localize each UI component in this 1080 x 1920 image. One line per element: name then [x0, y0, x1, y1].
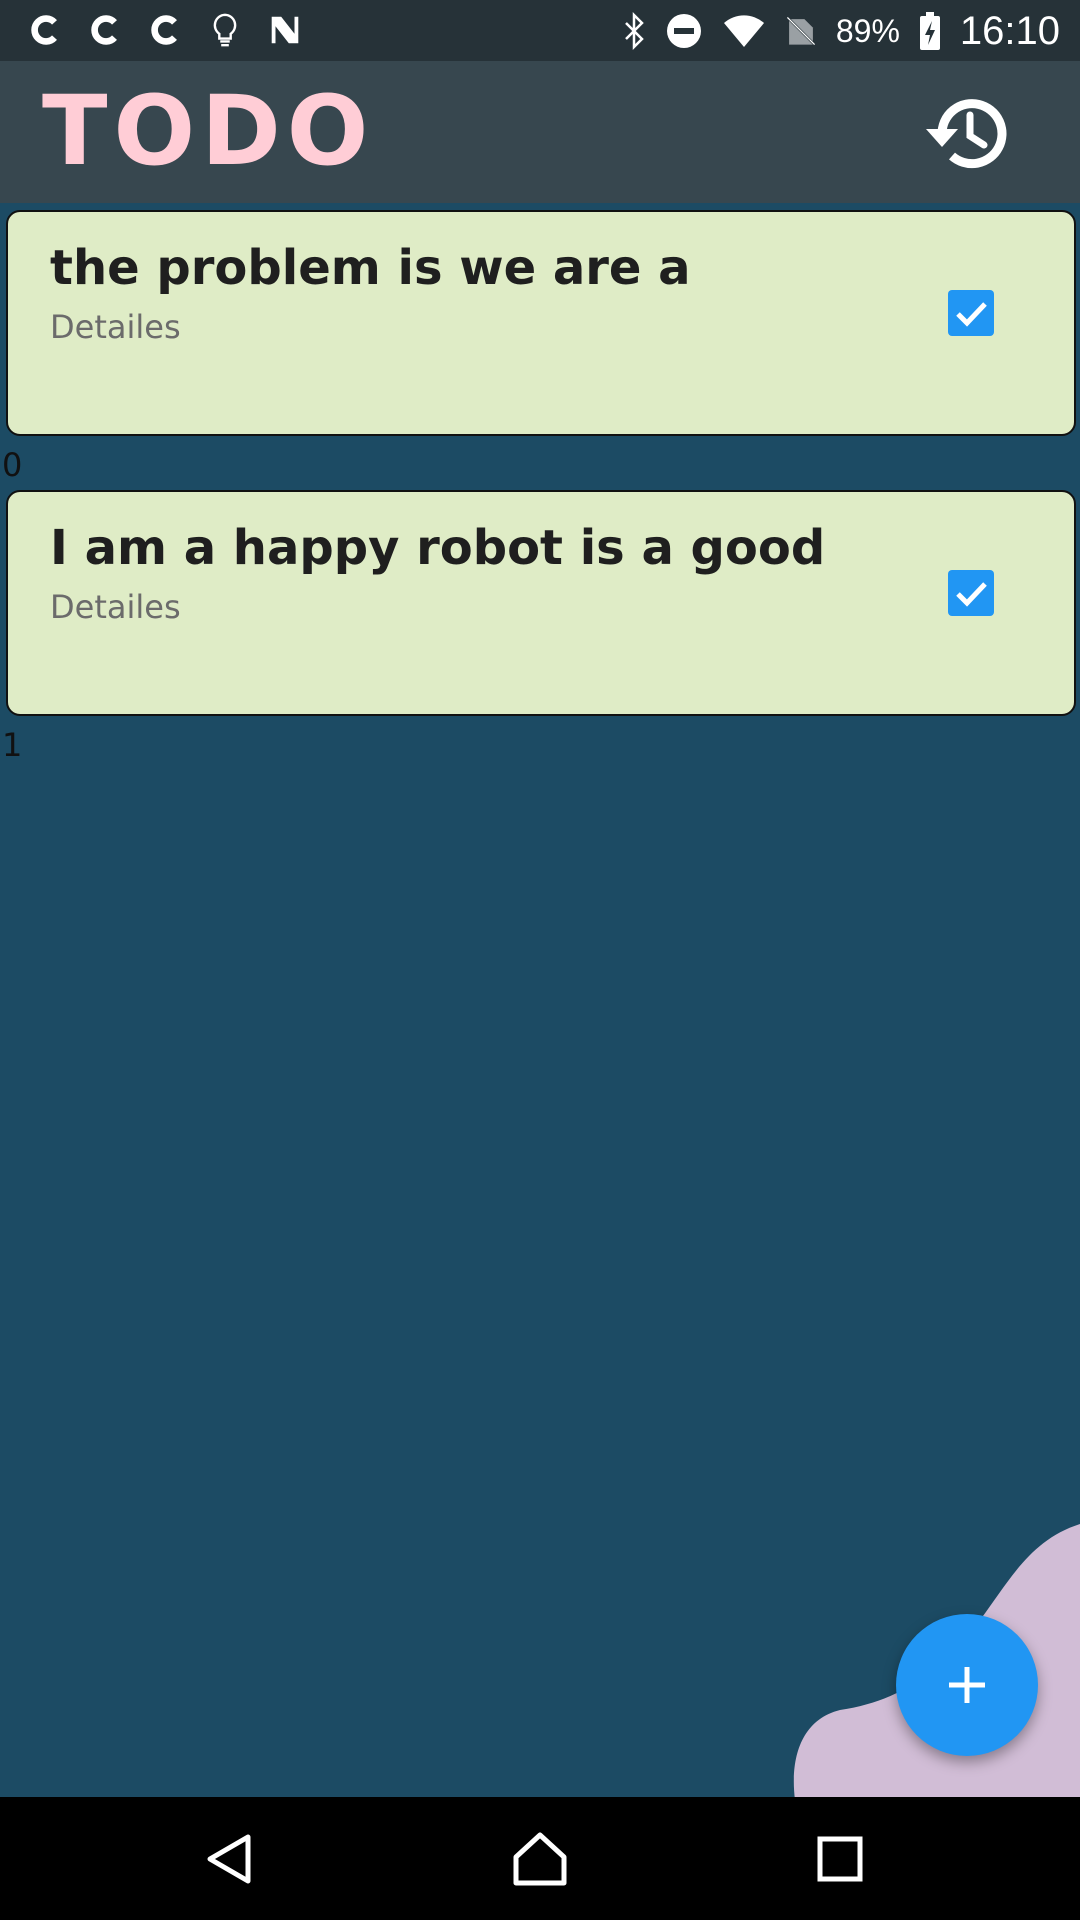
history-button[interactable] [920, 89, 1010, 179]
bluetooth-icon [624, 11, 644, 51]
todo-index: 0 [2, 446, 23, 484]
home-icon [513, 1832, 567, 1886]
c-app-icon [91, 15, 117, 45]
check-icon [948, 570, 994, 616]
navigation-bar [0, 1797, 1080, 1920]
todo-checkbox[interactable] [948, 570, 994, 616]
recents-button[interactable] [810, 1829, 870, 1889]
app-bar: TODO [0, 61, 1080, 203]
todo-checkbox[interactable] [948, 290, 994, 336]
home-button[interactable] [510, 1829, 570, 1889]
app-title: TODO [42, 75, 375, 187]
c-app-icon [31, 15, 57, 45]
battery-percent: 89% [835, 12, 900, 49]
check-icon [948, 290, 994, 336]
plus-icon [949, 1667, 985, 1703]
history-icon [926, 99, 1007, 169]
notification-icons [26, 10, 304, 50]
add-todo-button[interactable] [896, 1614, 1038, 1756]
no-sim-icon [786, 16, 816, 46]
todo-details: Detailes [50, 308, 181, 346]
status-bar: 89% 16:10 [0, 0, 1080, 61]
battery-charging-icon [919, 12, 940, 50]
todo-title: the problem is we are a [50, 240, 691, 296]
wifi-icon [723, 15, 764, 47]
back-button[interactable] [200, 1829, 260, 1889]
system-icons: 89% 16:10 [622, 8, 1060, 54]
do-not-disturb-icon [666, 14, 701, 48]
todo-card[interactable]: the problem is we are a Detailes [6, 210, 1076, 436]
todo-index: 1 [2, 726, 23, 764]
n-app-icon [271, 16, 299, 44]
todo-details: Detailes [50, 588, 181, 626]
recents-icon [817, 1836, 863, 1882]
todo-title: I am a happy robot is a good [50, 520, 826, 576]
clock: 16:10 [959, 8, 1060, 53]
c-app-icon [151, 15, 177, 45]
back-icon [207, 1834, 251, 1884]
todo-card[interactable]: I am a happy robot is a good Detailes [6, 490, 1076, 716]
lightbulb-icon [213, 13, 237, 47]
